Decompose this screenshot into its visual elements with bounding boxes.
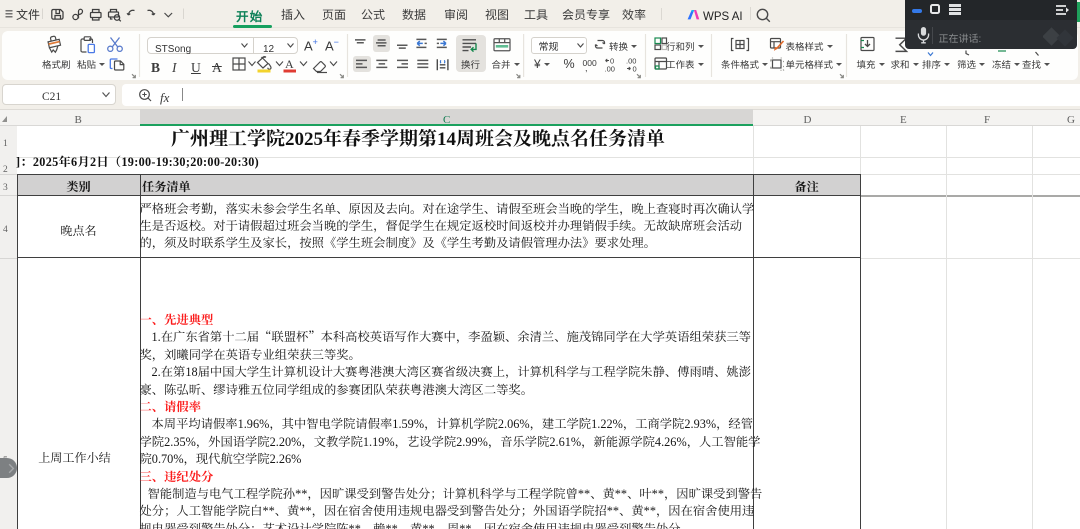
svg-text:A: A: [285, 57, 294, 71]
svg-text:0: 0: [633, 65, 637, 74]
svg-text:.00: .00: [605, 65, 615, 74]
